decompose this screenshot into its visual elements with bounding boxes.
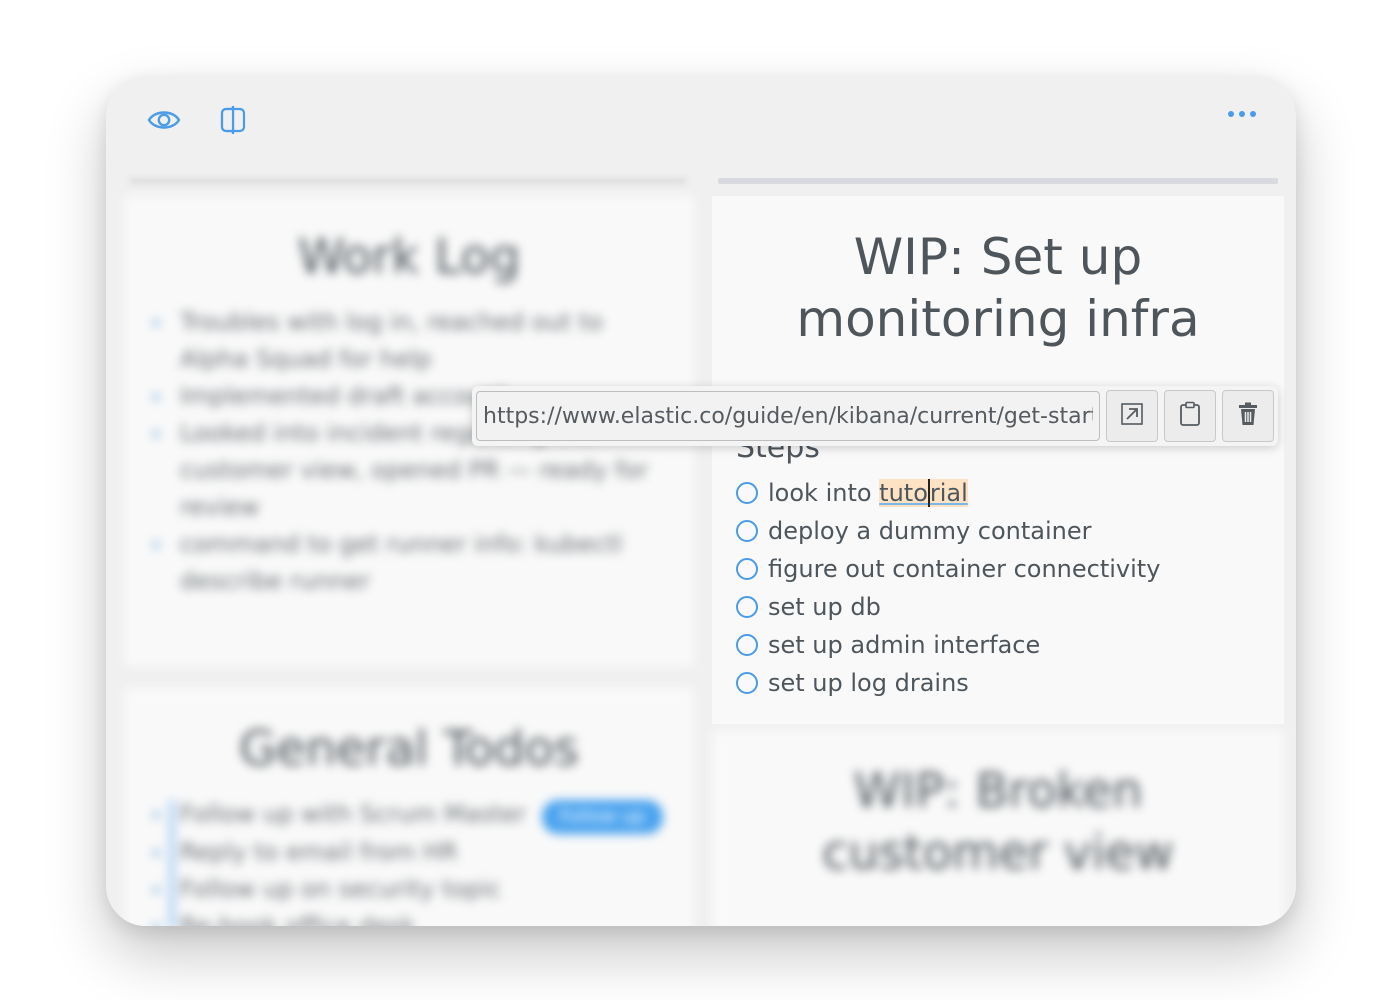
task-item[interactable]: set up log drains: [736, 664, 1160, 702]
link-text[interactable]: tutorial: [879, 479, 968, 507]
task-item[interactable]: figure out container connectivity: [736, 550, 1160, 588]
work-log-title: Work Log: [297, 229, 521, 285]
checkbox[interactable]: [736, 634, 758, 656]
more-icon[interactable]: [1224, 102, 1260, 126]
list-item: Reply to email from HR: [152, 834, 666, 871]
list-item: Re-book office desk: [152, 908, 666, 926]
right-column-divider: [718, 178, 1278, 184]
checkbox[interactable]: [736, 596, 758, 618]
copy-link-button[interactable]: [1164, 390, 1216, 442]
list-item: Follow up with Scrum Master Follow up: [152, 796, 666, 834]
delete-link-button[interactable]: [1222, 390, 1274, 442]
task-label[interactable]: set up db: [768, 593, 881, 621]
app-window: Work Log Troubles with log in, reached o…: [106, 76, 1296, 926]
eye-icon[interactable]: [146, 104, 182, 136]
task-item[interactable]: set up admin interface: [736, 626, 1160, 664]
card-title: WIP: Set up monitoring infra: [796, 228, 1200, 348]
checkbox[interactable]: [736, 672, 758, 694]
task-label[interactable]: deploy a dummy container: [768, 517, 1092, 545]
task-label[interactable]: set up log drains: [768, 669, 969, 697]
checkbox[interactable]: [736, 558, 758, 580]
task-label[interactable]: figure out container connectivity: [768, 555, 1160, 583]
open-link-icon: [1120, 402, 1144, 430]
tag-pill: Follow up: [541, 800, 663, 834]
general-todos-title: General Todos: [239, 721, 579, 777]
general-todos-list: Follow up with Scrum Master Follow up Re…: [124, 796, 694, 926]
task-label[interactable]: look into tutorial: [768, 479, 968, 507]
checkbox[interactable]: [736, 482, 758, 504]
task-item[interactable]: look into tutorial: [736, 474, 1160, 512]
work-log-list: Troubles with log in, reached out to Alp…: [124, 304, 694, 600]
todo-stripe: [168, 800, 176, 926]
broken-view-title: WIP: Broken customer view: [822, 763, 1174, 881]
list-item: command to get runner info: kubectl desc…: [152, 526, 666, 600]
link-url-input[interactable]: [476, 391, 1100, 441]
task-list: look into tutorial deploy a dummy contai…: [736, 474, 1160, 702]
monitoring-infra-card: WIP: Set up monitoring infra Steps look …: [712, 196, 1284, 724]
clipboard-icon: [1179, 401, 1201, 431]
list-item: Troubles with log in, reached out to Alp…: [152, 304, 666, 378]
checkbox[interactable]: [736, 520, 758, 542]
broken-view-card[interactable]: WIP: Broken customer view: [712, 730, 1284, 926]
task-label[interactable]: set up admin interface: [768, 631, 1040, 659]
link-popup: [472, 386, 1278, 446]
open-link-button[interactable]: [1106, 390, 1158, 442]
task-item[interactable]: set up db: [736, 588, 1160, 626]
left-column-divider: [130, 178, 686, 184]
list-item: Follow up on security topic: [152, 871, 666, 908]
task-item[interactable]: deploy a dummy container: [736, 512, 1160, 550]
trash-icon: [1237, 402, 1259, 430]
split-view-icon[interactable]: [218, 104, 248, 136]
general-todos-card[interactable]: General Todos Follow up with Scrum Maste…: [124, 688, 694, 926]
